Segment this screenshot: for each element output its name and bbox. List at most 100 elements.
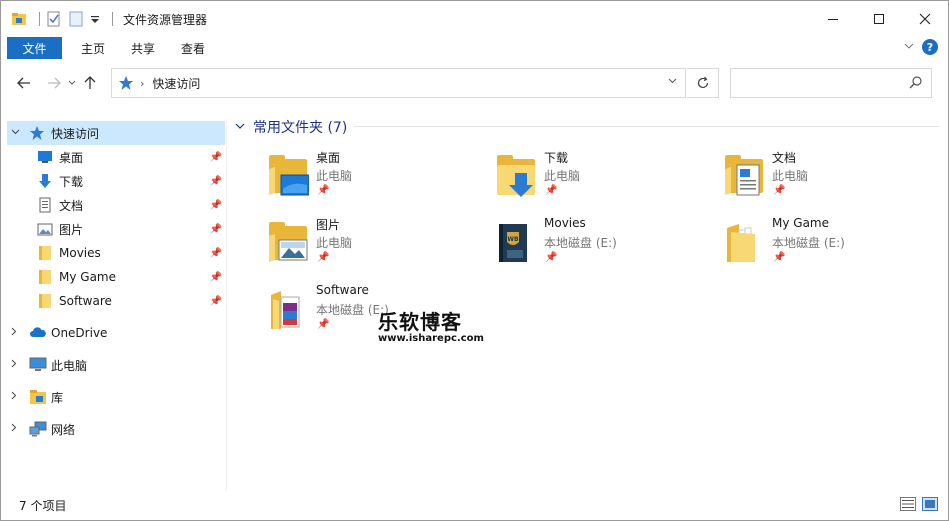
- customize-toolbar-icon[interactable]: [90, 11, 100, 27]
- tile-name: Movies: [544, 216, 586, 230]
- folder-tile-desktop[interactable]: 桌面 此电脑 📌: [229, 149, 449, 209]
- svg-text:WB: WB: [507, 236, 519, 243]
- sidebar-item-label: Software: [59, 294, 112, 308]
- expand-ribbon-icon[interactable]: [904, 42, 914, 53]
- expand-chevron-icon[interactable]: [11, 391, 17, 403]
- item-count: 7 个项目: [19, 499, 67, 513]
- up-button[interactable]: [79, 71, 101, 95]
- expand-chevron-icon[interactable]: [11, 359, 17, 371]
- navigation-pane: 快速访问 桌面 📌 下载 📌 文档 📌 图片 📌 Movies 📌 My Gam…: [1, 119, 227, 491]
- collapse-chevron-icon[interactable]: [235, 122, 245, 133]
- minimize-button[interactable]: [810, 1, 856, 37]
- software-folder-icon: [269, 289, 309, 331]
- network-icon: [29, 421, 47, 437]
- folder-tile-documents[interactable]: 文档 此电脑 📌: [685, 149, 905, 209]
- sidebar-item-movies[interactable]: Movies 📌: [1, 241, 226, 265]
- ribbon-right: ?: [904, 39, 938, 55]
- picture-icon: [37, 221, 53, 237]
- sidebar-item-network[interactable]: 网络: [1, 413, 226, 445]
- recent-locations-button[interactable]: [65, 71, 79, 95]
- tile-location: 此电脑: [316, 169, 353, 183]
- tiles-view-icon[interactable]: [922, 497, 938, 511]
- tile-name: 下载: [544, 151, 569, 165]
- folder-tile-my-game[interactable]: My Game 本地磁盘 (E:) 📌: [685, 216, 905, 276]
- document-icon: [37, 197, 53, 213]
- watermark-title: 乐软博客: [378, 310, 462, 334]
- pin-icon: 📌: [209, 151, 222, 163]
- navigation-bar: › 快速访问: [1, 63, 948, 103]
- sidebar-item-label: 桌面: [59, 150, 84, 165]
- library-icon: [29, 389, 46, 405]
- folder-icon: [37, 293, 53, 309]
- sidebar-item-label: Movies: [59, 246, 101, 260]
- close-button[interactable]: [902, 1, 948, 37]
- search-box[interactable]: [730, 68, 932, 98]
- group-header[interactable]: 常用文件夹 (7): [235, 117, 347, 137]
- properties-icon[interactable]: [46, 11, 62, 27]
- refresh-button[interactable]: [687, 68, 719, 98]
- quick-access-star-icon: [29, 125, 45, 141]
- tile-location: 此电脑: [544, 169, 581, 183]
- search-input[interactable]: [731, 69, 901, 97]
- ribbon-tabs: 文件 主页 共享 查看 ?: [1, 37, 948, 59]
- folder-icon: [725, 222, 765, 264]
- desktop-folder-icon: [269, 155, 309, 197]
- tab-view[interactable]: 查看: [168, 37, 218, 59]
- folder-tile-downloads[interactable]: 下载 此电脑 📌: [457, 149, 677, 209]
- tile-location: 此电脑: [772, 169, 809, 183]
- sidebar-item-pictures[interactable]: 图片 📌: [1, 217, 226, 241]
- forward-button[interactable]: [43, 71, 65, 95]
- folder-tile-movies[interactable]: WB Movies 本地磁盘 (E:) 📌: [457, 216, 677, 276]
- tab-home[interactable]: 主页: [68, 37, 118, 59]
- sidebar-item-downloads[interactable]: 下载 📌: [1, 169, 226, 193]
- pin-icon: 📌: [209, 295, 222, 307]
- window-controls: [810, 1, 948, 37]
- pin-icon: 📌: [545, 185, 558, 196]
- folder-icon: [37, 245, 53, 261]
- pin-icon: 📌: [209, 271, 222, 283]
- sidebar-item-onedrive[interactable]: OneDrive: [1, 317, 226, 349]
- sidebar-item-software[interactable]: Software 📌: [1, 289, 226, 313]
- pin-icon: 📌: [317, 319, 330, 330]
- help-icon[interactable]: ?: [922, 39, 938, 55]
- movies-folder-icon: WB: [497, 222, 537, 264]
- expand-chevron-icon[interactable]: [11, 327, 17, 339]
- sidebar-item-this-pc[interactable]: 此电脑: [1, 349, 226, 381]
- title-bar: 文件资源管理器: [1, 1, 948, 37]
- cloud-icon: [29, 325, 46, 341]
- back-button[interactable]: [13, 71, 35, 95]
- breadcrumb-separator[interactable]: ›: [140, 77, 144, 90]
- folder-tile-pictures[interactable]: 图片 此电脑 📌: [229, 216, 449, 276]
- pin-icon: 📌: [209, 247, 222, 259]
- search-icon[interactable]: [909, 75, 923, 93]
- new-folder-icon[interactable]: [68, 11, 84, 27]
- sidebar-item-label: My Game: [59, 270, 116, 284]
- sidebar-item-desktop[interactable]: 桌面 📌: [1, 145, 226, 169]
- maximize-button[interactable]: [856, 1, 902, 37]
- breadcrumb-quick-access[interactable]: 快速访问: [152, 75, 200, 92]
- details-view-icon[interactable]: [900, 497, 916, 511]
- pin-icon: 📌: [773, 185, 786, 196]
- pin-icon: 📌: [545, 252, 558, 263]
- address-dropdown-icon[interactable]: [668, 77, 677, 87]
- expand-chevron-icon[interactable]: [11, 423, 17, 435]
- sidebar-item-documents[interactable]: 文档 📌: [1, 193, 226, 217]
- sidebar-item-my-game[interactable]: My Game 📌: [1, 265, 226, 289]
- tile-location: 此电脑: [316, 236, 353, 250]
- tab-file[interactable]: 文件: [7, 37, 62, 59]
- sidebar-item-label: 图片: [59, 222, 84, 237]
- view-switcher: [900, 497, 938, 511]
- tab-share[interactable]: 共享: [118, 37, 168, 59]
- status-bar: 7 个项目: [1, 491, 948, 520]
- sidebar-item-quick-access[interactable]: 快速访问: [7, 121, 225, 145]
- quick-access-toolbar: [11, 11, 119, 27]
- download-icon: [37, 173, 53, 189]
- collapse-chevron-icon[interactable]: [11, 128, 20, 138]
- tile-name: Software: [316, 283, 369, 297]
- sidebar-item-libraries[interactable]: 库: [1, 381, 226, 413]
- address-bar[interactable]: › 快速访问: [111, 68, 686, 98]
- window-title: 文件资源管理器: [123, 12, 208, 27]
- file-view: 常用文件夹 (7) 桌面 此电脑 📌 下载 此电脑 📌 文档 此电脑 📌 图片 …: [229, 111, 947, 491]
- sidebar-item-label: 网络: [51, 422, 76, 437]
- desktop-icon: [37, 149, 53, 165]
